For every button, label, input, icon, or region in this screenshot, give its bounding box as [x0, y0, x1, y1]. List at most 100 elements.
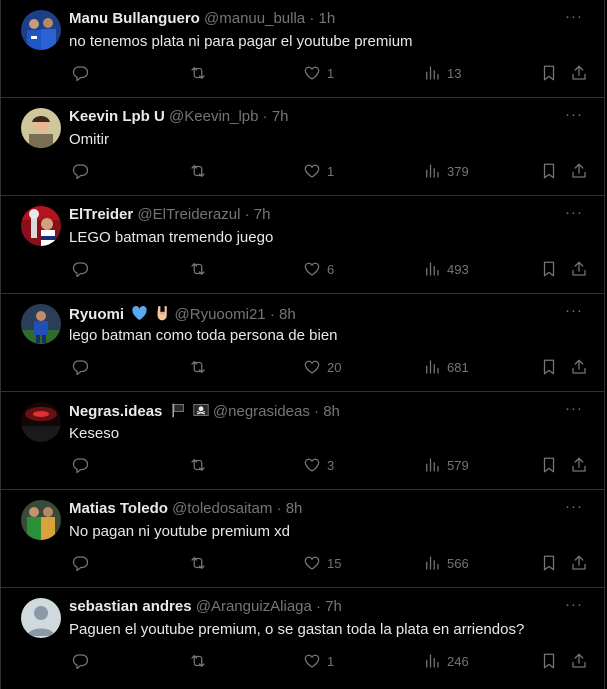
display-name[interactable]: Negras.ideas — [69, 403, 162, 420]
more-icon[interactable]: ··· — [564, 303, 584, 322]
retweet-button[interactable] — [189, 650, 207, 672]
reply-button[interactable] — [71, 160, 89, 182]
like-count: 20 — [327, 359, 342, 375]
bookmark-button[interactable] — [540, 552, 558, 574]
more-icon[interactable]: ··· — [564, 499, 584, 518]
user-handle[interactable]: @manuu_bulla — [204, 10, 305, 27]
timestamp[interactable]: 8h — [286, 500, 303, 517]
retweet-button[interactable] — [189, 62, 207, 84]
retweet-button[interactable] — [189, 552, 207, 574]
reply-button[interactable] — [71, 650, 89, 672]
more-icon[interactable]: ··· — [564, 401, 584, 420]
like-button[interactable]: 6 — [303, 258, 334, 280]
retweet-icon — [191, 459, 205, 471]
timestamp[interactable]: 7h — [254, 206, 271, 223]
timestamp[interactable]: 7h — [325, 598, 342, 615]
retweet-button[interactable] — [189, 454, 207, 476]
bookmark-button[interactable] — [540, 62, 558, 84]
retweet-button[interactable] — [189, 356, 207, 378]
views-button[interactable]: 493 — [423, 258, 469, 280]
reply-button[interactable] — [71, 356, 89, 378]
bookmark-button[interactable] — [540, 454, 558, 476]
avatar[interactable] — [21, 304, 61, 344]
retweet-button[interactable] — [189, 258, 207, 280]
timestamp[interactable]: 7h — [272, 108, 289, 125]
retweet-icon — [191, 361, 205, 373]
like-button[interactable]: 1 — [303, 650, 334, 672]
reply[interactable]: Ryuomi @Ryuoomi21 · 8h ··· lego batman c… — [1, 294, 604, 392]
retweet-button[interactable] — [189, 160, 207, 182]
reply-button[interactable] — [71, 454, 89, 476]
share-button[interactable] — [570, 552, 588, 574]
user-handle[interactable]: @Keevin_lpb — [169, 108, 258, 125]
share-button[interactable] — [570, 62, 588, 84]
share-button[interactable] — [570, 650, 588, 672]
avatar[interactable] — [21, 598, 61, 638]
bookmark-button[interactable] — [540, 356, 558, 378]
user-handle[interactable]: @negrasideas — [213, 403, 310, 420]
reply[interactable]: Keevin Lpb U @Keevin_lpb · 7h ··· Omitir… — [1, 98, 604, 196]
display-name[interactable]: Matias Toledo — [69, 500, 168, 517]
display-name[interactable]: ElTreider — [69, 206, 133, 223]
retweet-icon — [191, 655, 205, 667]
views-count: 246 — [447, 653, 469, 669]
reply[interactable]: Manu Bullanguero @manuu_bulla · 1h ··· n… — [1, 0, 604, 98]
timestamp[interactable]: 8h — [279, 306, 296, 322]
display-name[interactable]: sebastian andres — [69, 598, 192, 615]
avatar[interactable] — [21, 10, 61, 50]
avatar[interactable] — [21, 500, 61, 540]
share-button[interactable] — [570, 160, 588, 182]
bookmark-button[interactable] — [540, 650, 558, 672]
views-button[interactable]: 379 — [423, 160, 469, 182]
reply-button[interactable] — [71, 552, 89, 574]
views-button[interactable]: 579 — [423, 454, 469, 476]
retweet-icon — [191, 263, 205, 275]
reply-header: Matias Toledo @toledosaitam · 8h — [69, 500, 564, 518]
reply[interactable]: Matias Toledo @toledosaitam · 8h ··· No … — [1, 490, 604, 588]
like-button[interactable]: 1 — [303, 62, 334, 84]
like-button[interactable]: 20 — [303, 356, 341, 378]
share-button[interactable] — [570, 356, 588, 378]
bookmark-icon — [543, 163, 555, 179]
like-button[interactable]: 3 — [303, 454, 334, 476]
more-icon[interactable]: ··· — [564, 205, 584, 224]
more-icon[interactable]: ··· — [564, 597, 584, 616]
pirate-flag-emoji — [193, 404, 209, 416]
avatar[interactable] — [21, 402, 61, 442]
user-handle[interactable]: @ElTreiderazul — [137, 206, 240, 223]
views-count: 579 — [447, 457, 469, 473]
reply[interactable]: sebastian andres @AranguizAliaga · 7h ··… — [1, 588, 604, 689]
action-bar: 6 493 — [63, 258, 586, 280]
like-button[interactable]: 15 — [303, 552, 341, 574]
avatar[interactable] — [21, 108, 61, 148]
user-handle[interactable]: @toledosaitam — [172, 500, 272, 517]
separator-dot: · — [276, 500, 282, 517]
views-button[interactable]: 13 — [423, 62, 461, 84]
user-handle[interactable]: @Ryuoomi21 — [175, 306, 266, 322]
reply[interactable]: ElTreider @ElTreiderazul · 7h ··· LEGO b… — [1, 196, 604, 294]
display-name[interactable]: Keevin Lpb U — [69, 108, 165, 125]
reply-text: no tenemos plata ni para pagar el youtub… — [69, 33, 413, 50]
bookmark-button[interactable] — [540, 160, 558, 182]
share-button[interactable] — [570, 258, 588, 280]
share-button[interactable] — [570, 454, 588, 476]
bookmark-button[interactable] — [540, 258, 558, 280]
timestamp[interactable]: 1h — [319, 10, 336, 27]
share-icon — [572, 163, 586, 178]
reply-button[interactable] — [71, 62, 89, 84]
views-button[interactable]: 246 — [423, 650, 469, 672]
more-icon[interactable]: ··· — [564, 107, 584, 126]
views-button[interactable]: 681 — [423, 356, 469, 378]
more-icon[interactable]: ··· — [564, 9, 584, 28]
like-button[interactable]: 1 — [303, 160, 334, 182]
reply[interactable]: Negras.ideas @negrasideas · 8h ··· Keses… — [1, 392, 604, 490]
share-icon — [572, 359, 586, 374]
user-handle[interactable]: @AranguizAliaga — [196, 598, 312, 615]
separator-dot: · — [309, 10, 315, 27]
reply-button[interactable] — [71, 258, 89, 280]
display-name[interactable]: Ryuomi — [69, 306, 124, 322]
views-button[interactable]: 566 — [423, 552, 469, 574]
display-name[interactable]: Manu Bullanguero — [69, 10, 200, 27]
avatar[interactable] — [21, 206, 61, 246]
timestamp[interactable]: 8h — [323, 403, 340, 420]
